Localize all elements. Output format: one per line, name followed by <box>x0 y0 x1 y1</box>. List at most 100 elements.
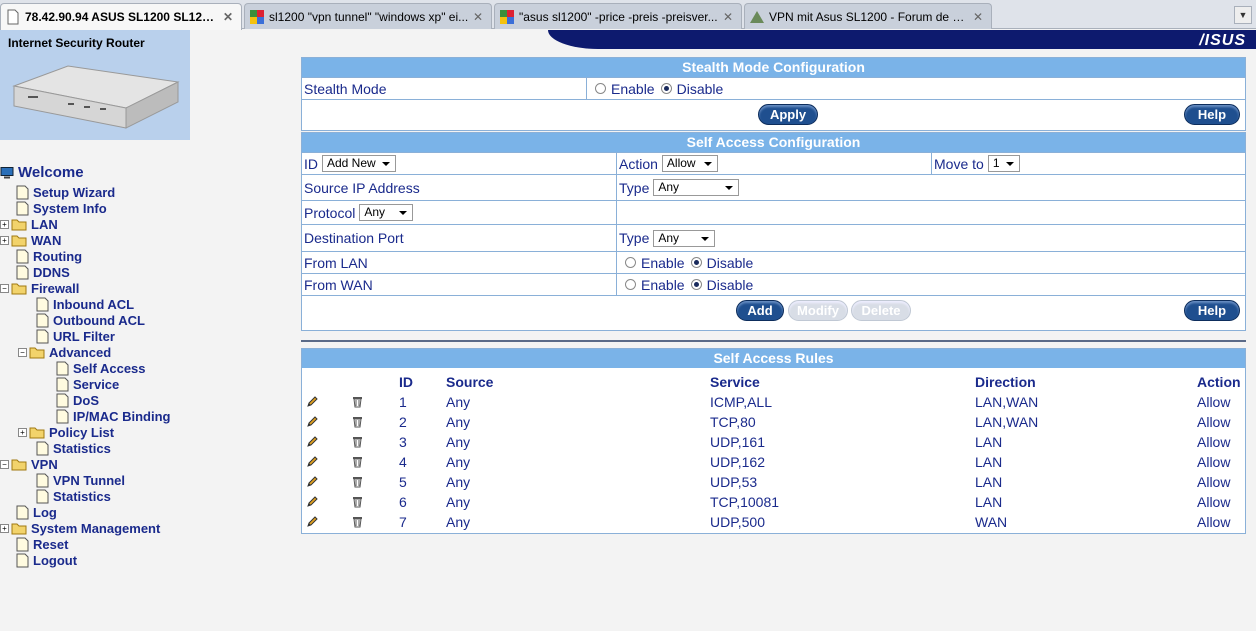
nav-label: Firewall <box>31 280 80 296</box>
google-icon <box>250 9 264 24</box>
nav-inbound-acl[interactable]: Inbound ACL <box>36 296 134 312</box>
delete-trash-icon[interactable] <box>351 415 364 431</box>
section-divider <box>301 340 1246 342</box>
browser-tab-2[interactable]: sl1200 "vpn tunnel" "windows xp" ei... ✕ <box>244 3 492 29</box>
rule-source: Any <box>446 454 471 470</box>
add-button[interactable]: Add <box>736 300 784 321</box>
nav-routing[interactable]: Routing <box>16 248 82 264</box>
nav-vpn-tunnel[interactable]: VPN Tunnel <box>36 472 125 488</box>
document-icon <box>56 409 69 423</box>
delete-trash-icon[interactable] <box>351 475 364 491</box>
forum-icon <box>750 10 764 23</box>
expand-icon[interactable]: + <box>0 219 9 229</box>
edit-pencil-icon[interactable] <box>306 435 319 451</box>
nav-log[interactable]: Log <box>16 504 57 520</box>
nav-ddns[interactable]: DDNS <box>16 264 70 280</box>
nav-label: URL Filter <box>53 328 115 344</box>
nav-setup-wizard[interactable]: Setup Wizard <box>16 184 115 200</box>
tab-list-chevron-icon[interactable]: ▼ <box>1234 6 1252 24</box>
nav-system-info[interactable]: System Info <box>16 200 107 216</box>
collapse-icon[interactable]: − <box>18 347 27 357</box>
nav-welcome[interactable]: Welcome <box>0 164 84 181</box>
nav-vpn[interactable]: − VPN <box>0 456 58 472</box>
edit-pencil-icon[interactable] <box>306 455 319 471</box>
nav-policy-list[interactable]: + Policy List <box>18 424 114 440</box>
delete-trash-icon[interactable] <box>351 395 364 411</box>
stealth-enable-radio[interactable] <box>595 83 606 94</box>
collapse-icon[interactable]: − <box>0 459 9 469</box>
rule-service: UDP,500 <box>710 514 766 530</box>
delete-button[interactable]: Delete <box>851 300 911 321</box>
source-type-select[interactable]: Any <box>653 179 740 196</box>
nav-firewall[interactable]: − Firewall <box>0 280 79 296</box>
stealth-help-button[interactable]: Help <box>1184 104 1240 125</box>
protocol-select[interactable]: Any <box>359 204 414 221</box>
dest-type-label: Type <box>619 230 650 246</box>
nav-label: Inbound ACL <box>53 296 135 312</box>
monitor-icon <box>0 166 14 178</box>
stealth-mode-panel: Stealth Mode Configuration Stealth Mode … <box>301 57 1246 131</box>
close-icon[interactable]: ✕ <box>473 10 485 24</box>
nav-vpn-statistics[interactable]: Statistics <box>36 488 111 504</box>
expand-icon[interactable]: + <box>18 427 27 437</box>
expand-icon[interactable]: + <box>0 523 9 533</box>
edit-pencil-icon[interactable] <box>306 395 319 411</box>
document-icon <box>16 265 29 279</box>
edit-pencil-icon[interactable] <box>306 515 319 531</box>
source-ip-row: Source IP Address Type Any <box>302 174 1245 200</box>
browser-tab-3[interactable]: "asus sl1200" -price -preis -preisver...… <box>494 3 742 29</box>
expand-icon[interactable]: + <box>0 235 9 245</box>
nav-url-filter[interactable]: URL Filter <box>36 328 115 344</box>
move-to-select[interactable]: 1 <box>987 155 1020 172</box>
nav-logout[interactable]: Logout <box>16 552 77 568</box>
rule-source: Any <box>446 474 471 490</box>
edit-pencil-icon[interactable] <box>306 415 319 431</box>
rule-service: ICMP,ALL <box>710 394 772 410</box>
from-lan-disable-radio[interactable] <box>690 257 702 268</box>
modify-button[interactable]: Modify <box>788 300 848 321</box>
nav-label: Statistics <box>53 440 111 456</box>
browser-tab-1[interactable]: 78.42.90.94 ASUS SL1200 SL1200... ✕ <box>0 3 242 30</box>
nav-reset[interactable]: Reset <box>16 536 68 552</box>
nav-lan[interactable]: + LAN <box>0 216 58 232</box>
collapse-icon[interactable]: − <box>0 283 9 293</box>
close-icon[interactable]: ✕ <box>723 10 735 24</box>
edit-pencil-icon[interactable] <box>306 495 319 511</box>
from-lan-enable-radio[interactable] <box>625 257 636 268</box>
edit-pencil-icon[interactable] <box>306 475 319 491</box>
from-wan-label: From WAN <box>304 276 373 293</box>
rule-action: Allow <box>1197 394 1231 410</box>
folder-icon <box>29 427 45 438</box>
id-select[interactable]: Add New <box>322 155 396 172</box>
browser-tab-4[interactable]: VPN mit Asus SL1200 - Forum de Lu... ✕ <box>744 3 992 29</box>
rule-direction: LAN <box>975 454 1003 470</box>
nav-self-access[interactable]: Self Access <box>56 360 146 376</box>
id-action-row: ID Add New Action Allow Move to 1 <box>302 152 1245 174</box>
delete-trash-icon[interactable] <box>351 495 364 511</box>
nav-system-management[interactable]: + System Management <box>0 520 160 536</box>
from-wan-enable-radio[interactable] <box>625 279 636 290</box>
close-icon[interactable]: ✕ <box>223 10 235 24</box>
nav-label: System Info <box>33 200 107 216</box>
router-title: Internet Security Router <box>8 36 145 50</box>
nav-service[interactable]: Service <box>56 376 119 392</box>
delete-trash-icon[interactable] <box>351 435 364 451</box>
delete-trash-icon[interactable] <box>351 455 364 471</box>
nav-advanced[interactable]: − Advanced <box>18 344 111 360</box>
stealth-disable-radio[interactable] <box>660 83 672 94</box>
apply-button[interactable]: Apply <box>758 104 818 125</box>
nav-outbound-acl[interactable]: Outbound ACL <box>36 312 145 328</box>
destination-port-row: Destination Port Type Any <box>302 224 1245 251</box>
delete-trash-icon[interactable] <box>351 515 364 531</box>
nav-wan[interactable]: + WAN <box>0 232 61 248</box>
action-select[interactable]: Allow <box>661 155 718 172</box>
close-icon[interactable]: ✕ <box>973 10 985 24</box>
col-action: Action <box>1197 374 1241 390</box>
nav-dos[interactable]: DoS <box>56 392 99 408</box>
from-wan-disable-radio[interactable] <box>690 279 702 290</box>
nav-firewall-statistics[interactable]: Statistics <box>36 440 111 456</box>
dest-type-select[interactable]: Any <box>653 229 716 247</box>
source-type-label: Type <box>619 179 650 196</box>
nav-ipmac-binding[interactable]: IP/MAC Binding <box>56 408 171 424</box>
self-access-help-button[interactable]: Help <box>1184 300 1240 321</box>
